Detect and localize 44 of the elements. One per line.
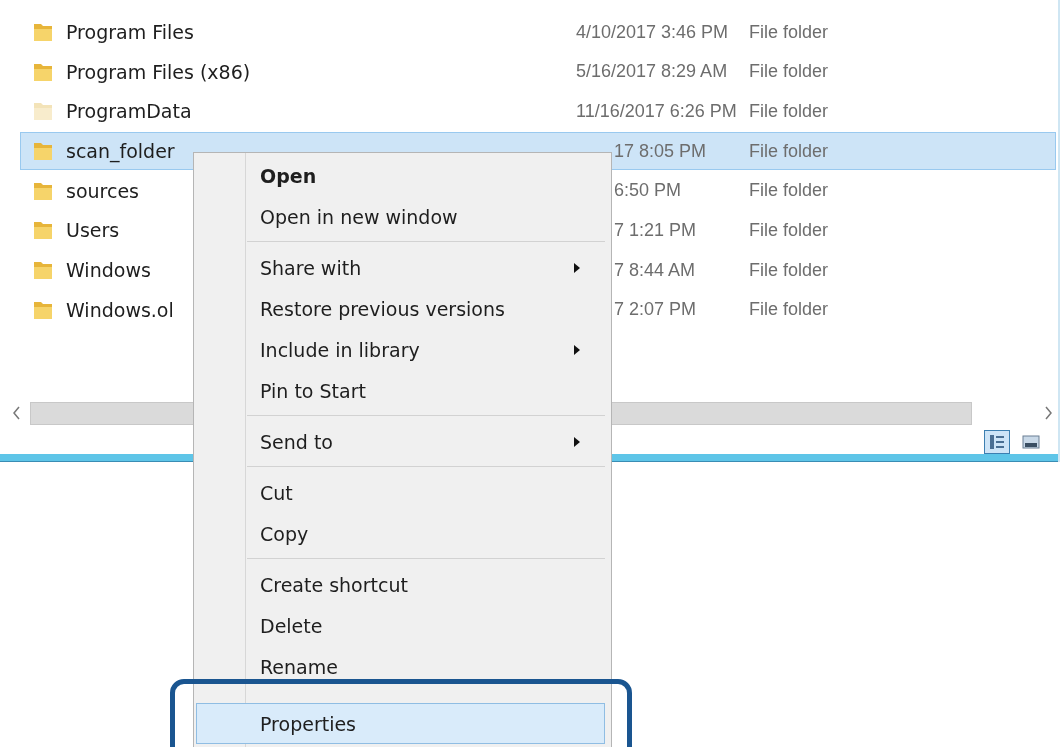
menu-item[interactable]: Pin to Start	[196, 370, 605, 411]
menu-item[interactable]: Rename	[196, 646, 605, 687]
menu-item[interactable]: Properties	[196, 703, 605, 744]
date-modified: 4/10/2017 3:46 PM	[576, 21, 729, 43]
menu-item[interactable]: Create shortcut	[196, 564, 605, 605]
menu-item[interactable]: Include in library	[196, 329, 605, 370]
date-modified: 5/16/2017 8:29 AM	[576, 61, 728, 83]
file-name[interactable]: sources	[66, 179, 139, 202]
preview-pane-icon	[1022, 433, 1040, 452]
details-list-icon	[988, 433, 1006, 452]
menu-item[interactable]: Share with	[196, 247, 605, 288]
submenu-arrow-icon	[574, 345, 580, 355]
date-modified: 17 8:05 PM	[614, 140, 707, 162]
file-type: File folder	[749, 21, 829, 43]
chevron-left-icon	[11, 406, 21, 421]
file-type: File folder	[749, 299, 829, 321]
menu-item[interactable]: Delete	[196, 605, 605, 646]
menu-item[interactable]: Restore previous versions	[196, 288, 605, 329]
menu-item[interactable]: Send to	[196, 421, 605, 462]
file-type: File folder	[749, 140, 829, 162]
file-name[interactable]: Windows	[66, 259, 151, 282]
file-type: File folder	[749, 61, 829, 83]
file-type: File folder	[749, 180, 829, 202]
menu-item[interactable]: Open in new window	[196, 196, 605, 237]
date-modified: 7 2:07 PM	[614, 299, 697, 321]
file-type: File folder	[749, 100, 829, 122]
date-modified: 6:50 PM	[614, 180, 682, 202]
date-modified: 7 8:44 AM	[614, 259, 696, 281]
file-type: File folder	[749, 259, 829, 281]
menu-item[interactable]: Cut	[196, 472, 605, 513]
file-name[interactable]: Users	[66, 219, 120, 242]
menu-item[interactable]: Copy	[196, 513, 605, 554]
submenu-arrow-icon	[574, 263, 580, 273]
file-name[interactable]: Windows.ol	[66, 298, 174, 321]
date-modified: 7 1:21 PM	[614, 219, 697, 241]
file-name[interactable]: scan_folder	[66, 140, 175, 163]
file-name[interactable]: ProgramData	[66, 100, 192, 123]
submenu-arrow-icon	[574, 437, 580, 447]
file-name[interactable]: Program Files	[66, 21, 194, 43]
file-type: File folder	[749, 219, 829, 241]
details-view-button[interactable]	[984, 430, 1010, 455]
file-name[interactable]: Program Files (x86)	[66, 60, 251, 83]
date-modified: 11/16/2017 6:26 PM	[576, 100, 737, 122]
chevron-right-icon	[1043, 406, 1053, 421]
